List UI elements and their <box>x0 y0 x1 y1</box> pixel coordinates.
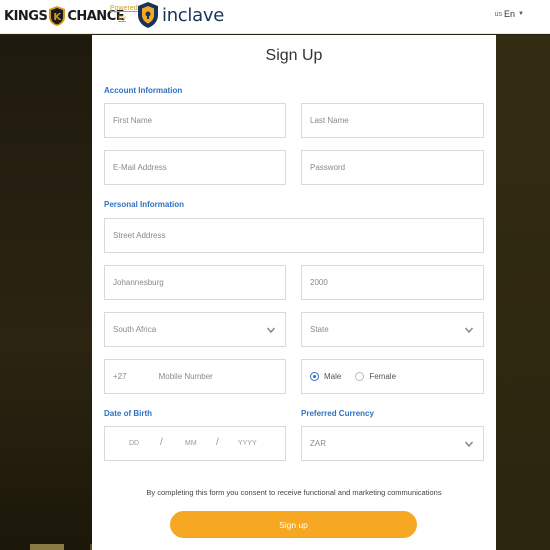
consent-text: By completing this form you consent to r… <box>146 488 442 497</box>
state-select[interactable]: State <box>301 312 484 347</box>
logo-text-kings: KINGS <box>4 8 48 24</box>
personal-section-heading: Personal Information <box>104 200 185 209</box>
caret-down-icon: ▼ <box>518 11 524 17</box>
chevron-down-icon <box>464 327 474 334</box>
password-field[interactable]: Password <box>301 150 484 185</box>
sign-up-button[interactable]: Sign up <box>170 511 417 538</box>
state-placeholder: State <box>310 325 329 334</box>
dob-month-input[interactable]: MM <box>185 440 197 447</box>
signup-card: Sign Up Account Information First Name L… <box>92 35 496 550</box>
postal-code-field[interactable]: 2000 <box>301 265 484 300</box>
mobile-number-field[interactable]: +27 Mobile Number <box>104 359 286 394</box>
last-name-placeholder: Last Name <box>310 116 349 125</box>
top-header: KINGS K CHANCE Powered by inclave us En … <box>0 0 550 34</box>
gender-female-label: Female <box>369 372 397 381</box>
email-field[interactable]: E-Mail Address <box>104 150 286 185</box>
page-title: Sign Up <box>265 47 323 64</box>
powered-by-link[interactable]: Powered by <box>110 4 138 24</box>
country-value: South Africa <box>113 325 157 334</box>
radio-unselected-icon[interactable] <box>355 372 365 381</box>
mobile-placeholder: Mobile Number <box>158 372 213 381</box>
crest-icon: K <box>49 6 66 26</box>
dob-separator: / <box>160 437 163 448</box>
inclave-logo[interactable]: inclave <box>138 2 224 28</box>
dob-separator: / <box>216 437 219 448</box>
currency-value: ZAR <box>310 439 326 448</box>
radio-selected-icon[interactable] <box>310 372 319 381</box>
by-text: by <box>118 15 126 22</box>
dob-year-input[interactable]: YYYY <box>238 440 257 447</box>
gender-male-label: Male <box>324 372 342 381</box>
country-select[interactable]: South Africa <box>104 312 286 347</box>
language-selector[interactable]: us En ▼ <box>495 9 524 19</box>
currency-select[interactable]: ZAR <box>301 426 484 461</box>
background-left <box>0 35 92 550</box>
gender-male-option[interactable]: Male <box>310 372 341 381</box>
street-address-field[interactable]: Street Address <box>104 218 484 253</box>
city-value: Johannesburg <box>113 278 164 287</box>
postal-value: 2000 <box>310 278 328 287</box>
dob-day-input[interactable]: DD <box>129 440 139 447</box>
language-region: us <box>494 10 503 18</box>
inclave-wordmark: inclave <box>162 4 224 26</box>
currency-section-heading: Preferred Currency <box>301 409 374 418</box>
last-name-field[interactable]: Last Name <box>301 103 484 138</box>
email-placeholder: E-Mail Address <box>113 163 167 172</box>
chevron-down-icon <box>266 327 276 334</box>
chevron-down-icon <box>464 441 474 448</box>
dob-section-heading: Date of Birth <box>104 409 152 418</box>
first-name-placeholder: First Name <box>113 116 153 125</box>
phone-country-code[interactable]: +27 <box>113 372 127 381</box>
language-label: En <box>504 9 516 19</box>
gender-female-option[interactable]: Female <box>355 372 396 381</box>
gender-radio-group: Male Female <box>301 359 484 394</box>
powered-text: Powered <box>110 5 138 12</box>
inclave-shield-icon <box>138 2 158 28</box>
first-name-field[interactable]: First Name <box>104 103 286 138</box>
kings-chance-logo[interactable]: KINGS K CHANCE <box>4 6 125 26</box>
date-of-birth-field: DD / MM / YYYY <box>104 426 286 461</box>
password-placeholder: Password <box>310 163 346 172</box>
city-field[interactable]: Johannesburg <box>104 265 286 300</box>
street-placeholder: Street Address <box>113 231 166 240</box>
background-fragment <box>30 544 64 550</box>
background-right <box>496 35 550 550</box>
account-section-heading: Account Information <box>104 86 183 95</box>
